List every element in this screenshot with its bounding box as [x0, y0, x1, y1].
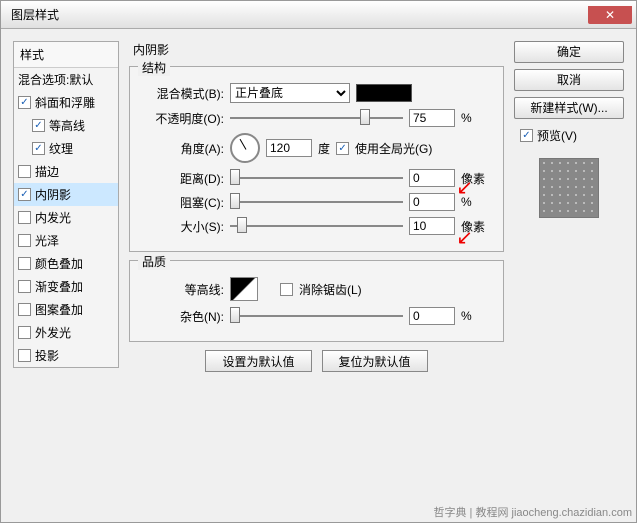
checkbox-icon[interactable] [32, 142, 45, 155]
structure-group: 结构 混合模式(B): 正片叠底 不透明度(O): % 角度(A): [129, 66, 504, 252]
angle-label: 角度(A): [142, 140, 224, 157]
shadow-color-swatch[interactable] [356, 84, 412, 102]
style-item-inner-shadow[interactable]: 内阴影 [14, 183, 118, 206]
window-title: 图层样式 [5, 6, 588, 23]
style-label: 纹理 [49, 140, 73, 157]
style-item-color-overlay[interactable]: 颜色叠加 [14, 252, 118, 275]
style-item-drop-shadow[interactable]: 投影 [14, 344, 118, 367]
antialias-label: 消除锯齿(L) [299, 281, 362, 298]
reset-default-button[interactable]: 复位为默认值 [322, 350, 428, 372]
style-item-gradient-overlay[interactable]: 渐变叠加 [14, 275, 118, 298]
checkbox-icon[interactable] [18, 96, 31, 109]
choke-unit: % [461, 195, 491, 209]
angle-input[interactable] [266, 139, 312, 157]
button-label: 确定 [557, 45, 581, 59]
make-default-button[interactable]: 设置为默认值 [205, 350, 311, 372]
global-light-checkbox[interactable] [336, 142, 349, 155]
style-label: 图案叠加 [35, 301, 83, 318]
preview-thumbnail [539, 158, 599, 218]
style-item-inner-glow[interactable]: 内发光 [14, 206, 118, 229]
opacity-unit: % [461, 111, 491, 125]
noise-label: 杂色(N): [142, 308, 224, 325]
checkbox-icon[interactable] [18, 211, 31, 224]
style-item-outer-glow[interactable]: 外发光 [14, 321, 118, 344]
effect-title: 内阴影 [129, 41, 504, 58]
button-label: 取消 [557, 73, 581, 87]
style-item-bevel[interactable]: 斜面和浮雕 [14, 91, 118, 114]
checkbox-icon[interactable] [18, 349, 31, 362]
angle-dial[interactable] [230, 133, 260, 163]
antialias-checkbox[interactable] [280, 283, 293, 296]
ok-button[interactable]: 确定 [514, 41, 624, 63]
choke-slider[interactable] [230, 193, 403, 211]
style-item-satin[interactable]: 光泽 [14, 229, 118, 252]
style-label: 投影 [35, 347, 59, 364]
choke-input[interactable] [409, 193, 455, 211]
watermark-text: 哲字典 | 教程网 jiaocheng.chazidian.com [434, 504, 633, 520]
blend-options-label: 混合选项:默认 [18, 71, 93, 88]
checkbox-icon[interactable] [18, 165, 31, 178]
global-light-label: 使用全局光(G) [355, 140, 432, 157]
quality-header: 品质 [138, 253, 170, 270]
style-label: 等高线 [49, 117, 85, 134]
checkbox-icon[interactable] [18, 326, 31, 339]
new-style-button[interactable]: 新建样式(W)... [514, 97, 624, 119]
actions-panel: 确定 取消 新建样式(W)... 预览(V) [514, 41, 624, 510]
quality-group: 品质 等高线: 消除锯齿(L) 杂色(N): % [129, 260, 504, 342]
checkbox-icon[interactable] [18, 188, 31, 201]
style-label: 内阴影 [35, 186, 71, 203]
checkbox-icon[interactable] [32, 119, 45, 132]
style-label: 外发光 [35, 324, 71, 341]
checkbox-icon[interactable] [18, 303, 31, 316]
size-label: 大小(S): [142, 218, 224, 235]
effect-settings-panel: 内阴影 结构 混合模式(B): 正片叠底 不透明度(O): % [129, 41, 504, 510]
style-label: 斜面和浮雕 [35, 94, 95, 111]
opacity-label: 不透明度(O): [142, 110, 224, 127]
opacity-slider[interactable] [230, 109, 403, 127]
cancel-button[interactable]: 取消 [514, 69, 624, 91]
checkbox-icon[interactable] [18, 257, 31, 270]
noise-unit: % [461, 309, 491, 323]
style-label: 描边 [35, 163, 59, 180]
choke-label: 阻塞(C): [142, 194, 224, 211]
noise-slider[interactable] [230, 307, 403, 325]
style-item-contour[interactable]: 等高线 [14, 114, 118, 137]
size-input[interactable] [409, 217, 455, 235]
button-label: 复位为默认值 [339, 353, 411, 370]
styles-header: 样式 [14, 42, 118, 68]
opacity-input[interactable] [409, 109, 455, 127]
style-label: 渐变叠加 [35, 278, 83, 295]
structure-header: 结构 [138, 59, 170, 76]
size-slider[interactable] [230, 217, 403, 235]
distance-unit: 像素 [461, 170, 491, 187]
style-label: 颜色叠加 [35, 255, 83, 272]
blend-options-item[interactable]: 混合选项:默认 [14, 68, 118, 91]
size-unit: 像素 [461, 218, 491, 235]
close-button[interactable]: ✕ [588, 6, 632, 24]
style-item-stroke[interactable]: 描边 [14, 160, 118, 183]
contour-label: 等高线: [142, 281, 224, 298]
preview-checkbox[interactable] [520, 129, 533, 142]
angle-unit: 度 [318, 140, 330, 157]
close-icon: ✕ [605, 8, 615, 22]
button-label: 设置为默认值 [222, 353, 294, 370]
checkbox-icon[interactable] [18, 280, 31, 293]
noise-input[interactable] [409, 307, 455, 325]
styles-list-panel: 样式 混合选项:默认 斜面和浮雕 等高线 纹理 描边 内阴影 内发光 光泽 颜色… [13, 41, 119, 510]
titlebar: 图层样式 ✕ [1, 1, 636, 29]
button-label: 新建样式(W)... [530, 101, 607, 115]
style-item-pattern-overlay[interactable]: 图案叠加 [14, 298, 118, 321]
distance-input[interactable] [409, 169, 455, 187]
checkbox-icon[interactable] [18, 234, 31, 247]
style-item-texture[interactable]: 纹理 [14, 137, 118, 160]
style-label: 内发光 [35, 209, 71, 226]
style-label: 光泽 [35, 232, 59, 249]
blend-mode-label: 混合模式(B): [142, 85, 224, 102]
distance-label: 距离(D): [142, 170, 224, 187]
blend-mode-select[interactable]: 正片叠底 [230, 83, 350, 103]
distance-slider[interactable] [230, 169, 403, 187]
contour-picker[interactable] [230, 277, 258, 301]
preview-label: 预览(V) [537, 127, 577, 144]
